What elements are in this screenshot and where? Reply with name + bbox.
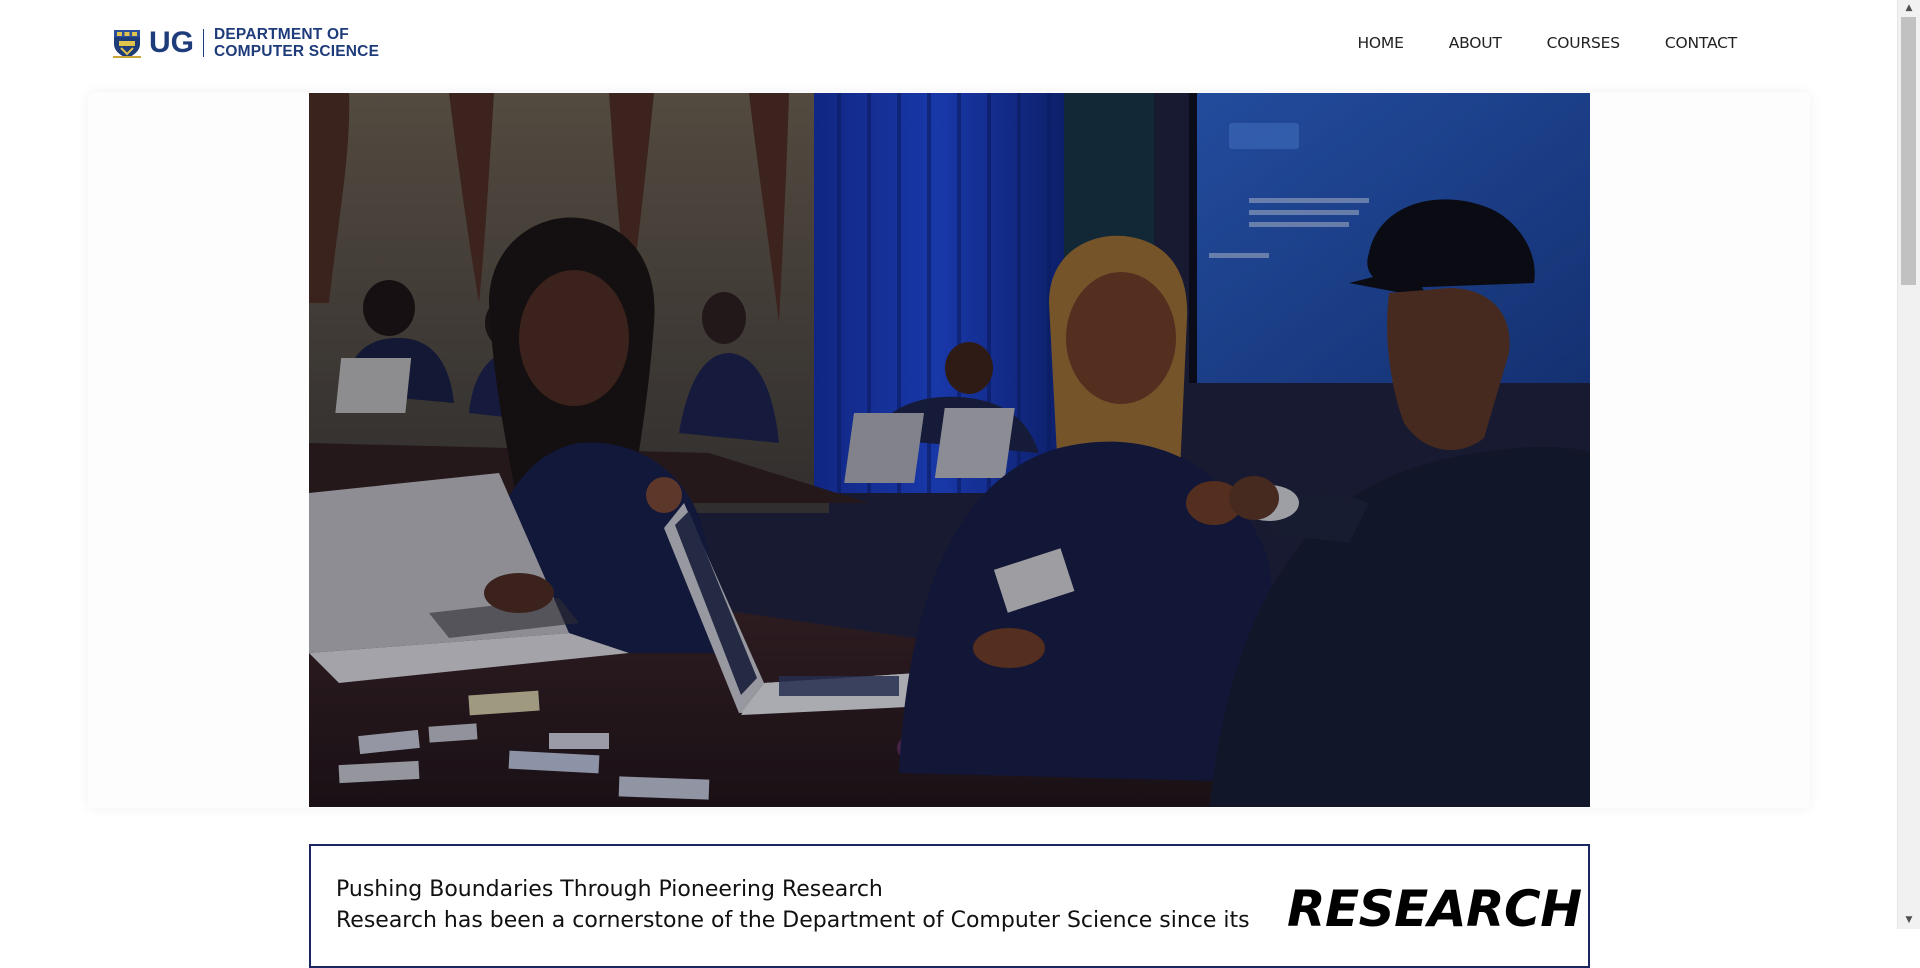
logo-department-name: DEPARTMENT OF COMPUTER SCIENCE [214, 26, 379, 60]
hero-image [309, 93, 1590, 807]
research-heading: RESEARCH [1287, 880, 1582, 938]
logo-line-1: DEPARTMENT OF [214, 26, 349, 43]
department-logo[interactable]: UG DEPARTMENT OF COMPUTER SCIENCE [111, 26, 379, 60]
nav-courses[interactable]: COURSES [1547, 34, 1620, 52]
scroll-up-arrow-icon[interactable]: ▲ [1898, 0, 1920, 17]
logo-ug-text: UG [149, 26, 194, 59]
nav-home[interactable]: HOME [1357, 34, 1403, 52]
site-header: UG DEPARTMENT OF COMPUTER SCIENCE HOME A… [0, 0, 1898, 92]
research-card: Pushing Boundaries Through Pioneering Re… [309, 844, 1590, 968]
nav-about[interactable]: ABOUT [1449, 34, 1502, 52]
research-body: Research has been a cornerstone of the D… [336, 908, 1250, 933]
scroll-down-arrow-icon[interactable]: ▼ [1898, 912, 1920, 929]
logo-divider [203, 29, 204, 57]
logo-line-2: COMPUTER SCIENCE [214, 43, 380, 60]
main-nav: HOME ABOUT COURSES CONTACT [1312, 34, 1737, 52]
nav-contact[interactable]: CONTACT [1665, 34, 1737, 52]
university-crest-icon [113, 30, 141, 58]
scroll-thumb[interactable] [1901, 17, 1916, 285]
hero-photo-illustration [309, 93, 1590, 807]
research-title: Pushing Boundaries Through Pioneering Re… [336, 877, 883, 902]
page-scrollbar[interactable]: ▲ ▼ [1897, 0, 1920, 929]
